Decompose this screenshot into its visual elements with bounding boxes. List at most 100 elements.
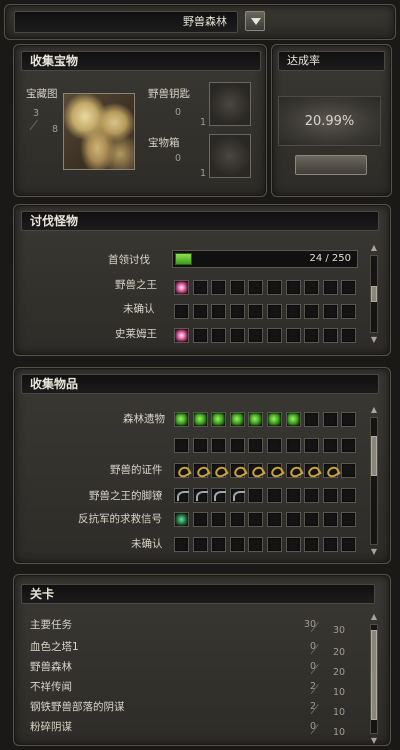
empty-item-slot[interactable] [211, 280, 227, 295]
stage-name[interactable]: 血色之塔1 [30, 639, 79, 654]
empty-item-slot[interactable] [341, 512, 357, 527]
collected-item-slot[interactable] [322, 463, 338, 478]
collected-item-slot[interactable] [174, 328, 189, 343]
scroll-track[interactable] [370, 624, 378, 734]
empty-item-slot[interactable] [341, 488, 357, 503]
empty-item-slot[interactable] [192, 280, 208, 295]
empty-item-slot[interactable] [192, 304, 208, 319]
empty-item-slot[interactable] [285, 488, 301, 503]
collected-item-slot[interactable] [174, 488, 189, 503]
empty-item-slot[interactable] [285, 512, 301, 527]
empty-item-slot[interactable] [248, 537, 264, 552]
empty-item-slot[interactable] [322, 412, 338, 427]
scroll-thumb[interactable] [371, 286, 377, 302]
stage-name[interactable]: 钢铁野兽部落的阴谋 [30, 699, 125, 714]
collected-item-slot[interactable] [192, 488, 208, 503]
empty-item-slot[interactable] [248, 280, 264, 295]
empty-item-slot[interactable] [322, 488, 338, 503]
scroll-up-icon[interactable]: ▲ [368, 243, 380, 253]
scroll-up-icon[interactable]: ▲ [368, 405, 380, 415]
empty-item-slot[interactable] [341, 537, 357, 552]
empty-item-slot[interactable] [248, 488, 264, 503]
collected-item-slot[interactable] [192, 412, 208, 427]
stage-name[interactable]: 野兽森林 [30, 659, 72, 674]
collected-item-slot[interactable] [285, 463, 301, 478]
dropdown-button[interactable] [245, 11, 265, 31]
completion-button[interactable] [295, 155, 367, 175]
empty-item-slot[interactable] [229, 280, 245, 295]
empty-item-slot[interactable] [229, 537, 245, 552]
empty-item-slot[interactable] [304, 412, 320, 427]
beast-key-slot[interactable] [209, 82, 251, 126]
empty-item-slot[interactable] [229, 438, 245, 453]
collected-item-slot[interactable] [174, 512, 189, 527]
empty-item-slot[interactable] [211, 438, 227, 453]
empty-item-slot[interactable] [211, 537, 227, 552]
empty-item-slot[interactable] [341, 463, 357, 478]
empty-item-slot[interactable] [174, 304, 189, 319]
stages-scrollbar[interactable]: ▲ ▼ [368, 612, 380, 746]
empty-item-slot[interactable] [341, 280, 357, 295]
items-scrollbar[interactable]: ▲ ▼ [368, 405, 380, 557]
empty-item-slot[interactable] [211, 328, 227, 343]
empty-item-slot[interactable] [192, 537, 208, 552]
empty-item-slot[interactable] [304, 328, 320, 343]
collected-item-slot[interactable] [248, 412, 264, 427]
collected-item-slot[interactable] [304, 463, 320, 478]
empty-item-slot[interactable] [285, 438, 301, 453]
stage-name[interactable]: 粉碎阴谋 [30, 719, 72, 734]
empty-item-slot[interactable] [192, 438, 208, 453]
empty-item-slot[interactable] [285, 304, 301, 319]
collected-item-slot[interactable] [267, 463, 282, 478]
empty-item-slot[interactable] [322, 304, 338, 319]
collected-item-slot[interactable] [174, 280, 189, 295]
empty-item-slot[interactable] [267, 512, 282, 527]
empty-item-slot[interactable] [174, 537, 189, 552]
empty-item-slot[interactable] [211, 304, 227, 319]
empty-item-slot[interactable] [267, 328, 282, 343]
empty-item-slot[interactable] [304, 280, 320, 295]
region-select[interactable]: 野兽森林 [14, 11, 238, 33]
empty-item-slot[interactable] [322, 328, 338, 343]
empty-item-slot[interactable] [285, 280, 301, 295]
collected-item-slot[interactable] [174, 463, 189, 478]
scroll-up-icon[interactable]: ▲ [368, 612, 380, 622]
collected-item-slot[interactable] [267, 412, 282, 427]
empty-item-slot[interactable] [211, 512, 227, 527]
empty-item-slot[interactable] [192, 328, 208, 343]
collected-item-slot[interactable] [211, 412, 227, 427]
empty-item-slot[interactable] [341, 328, 357, 343]
hunt-scrollbar[interactable]: ▲ ▼ [368, 243, 380, 345]
empty-item-slot[interactable] [304, 488, 320, 503]
empty-item-slot[interactable] [285, 328, 301, 343]
empty-item-slot[interactable] [229, 328, 245, 343]
empty-item-slot[interactable] [267, 304, 282, 319]
empty-item-slot[interactable] [267, 488, 282, 503]
empty-item-slot[interactable] [322, 512, 338, 527]
collected-item-slot[interactable] [192, 463, 208, 478]
collected-item-slot[interactable] [211, 488, 227, 503]
scroll-down-icon[interactable]: ▼ [368, 335, 380, 345]
scroll-thumb[interactable] [371, 630, 377, 720]
empty-item-slot[interactable] [322, 438, 338, 453]
empty-item-slot[interactable] [192, 512, 208, 527]
treasure-map-image[interactable] [63, 93, 135, 170]
empty-item-slot[interactable] [322, 537, 338, 552]
empty-item-slot[interactable] [174, 438, 189, 453]
stage-name[interactable]: 不祥传闻 [30, 679, 72, 694]
collected-item-slot[interactable] [229, 463, 245, 478]
empty-item-slot[interactable] [304, 304, 320, 319]
collected-item-slot[interactable] [285, 412, 301, 427]
collected-item-slot[interactable] [248, 463, 264, 478]
empty-item-slot[interactable] [229, 304, 245, 319]
empty-item-slot[interactable] [341, 438, 357, 453]
collected-item-slot[interactable] [211, 463, 227, 478]
empty-item-slot[interactable] [304, 537, 320, 552]
empty-item-slot[interactable] [248, 304, 264, 319]
empty-item-slot[interactable] [248, 438, 264, 453]
empty-item-slot[interactable] [322, 280, 338, 295]
treasure-chest-slot[interactable] [209, 134, 251, 178]
scroll-thumb[interactable] [371, 436, 377, 476]
stage-name[interactable]: 主要任务 [30, 617, 72, 632]
empty-item-slot[interactable] [248, 512, 264, 527]
